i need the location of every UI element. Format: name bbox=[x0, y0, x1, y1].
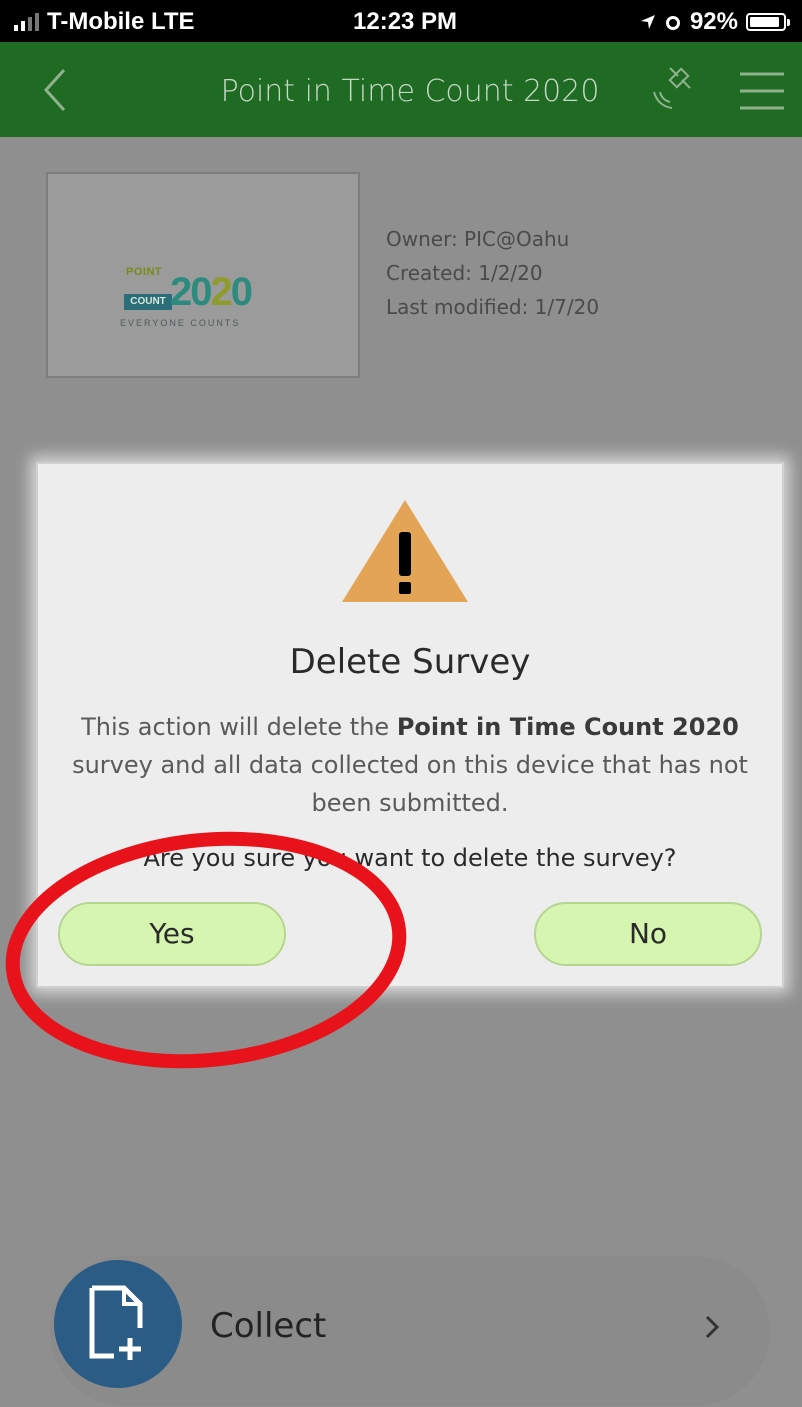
body-suffix: survey and all data collected on this de… bbox=[72, 751, 748, 817]
page-title: Point in Time Count 2020 bbox=[220, 74, 600, 109]
survey-meta: Owner: PIC@Oahu Created: 1/2/20 Last mod… bbox=[386, 222, 599, 324]
signal-icon bbox=[14, 13, 39, 31]
logo-year-b: 2 bbox=[210, 270, 233, 314]
owner-text: Owner: PIC@Oahu bbox=[386, 227, 570, 251]
status-right: 92% bbox=[640, 8, 790, 36]
survey-logo: POINT COUNT 2020 EVERYONE COUNTS bbox=[118, 266, 298, 336]
dialog-body: This action will delete the Point in Tim… bbox=[56, 708, 764, 822]
collect-button[interactable]: Collect bbox=[50, 1256, 770, 1406]
logo-year: 2020 bbox=[170, 270, 253, 314]
status-left: T-Mobile LTE bbox=[14, 8, 195, 36]
battery-icon bbox=[746, 13, 790, 31]
modified-text: Last modified: 1/7/20 bbox=[386, 295, 600, 319]
created-text: Created: 1/2/20 bbox=[386, 261, 543, 285]
add-document-icon bbox=[54, 1260, 182, 1388]
dialog-title: Delete Survey bbox=[289, 642, 531, 682]
battery-percent: 92% bbox=[689, 8, 738, 35]
dialog-question: Are you sure you want to delete the surv… bbox=[143, 844, 677, 872]
warning-icon bbox=[342, 500, 468, 602]
collect-label: Collect bbox=[210, 1306, 327, 1346]
satellite-icon[interactable] bbox=[648, 62, 696, 112]
delete-dialog: Delete Survey This action will delete th… bbox=[36, 462, 784, 988]
location-arrow-icon bbox=[640, 15, 655, 29]
logo-year-c: 0 bbox=[230, 270, 253, 314]
body-prefix: This action will delete the bbox=[81, 713, 397, 741]
survey-thumbnail: POINT COUNT 2020 EVERYONE COUNTS bbox=[46, 172, 360, 378]
yes-button[interactable]: Yes bbox=[58, 902, 286, 966]
alarm-icon bbox=[665, 16, 680, 30]
app-header: Point in Time Count 2020 bbox=[0, 42, 802, 137]
chevron-right-icon bbox=[705, 1315, 720, 1339]
logo-word-point: POINT bbox=[126, 266, 163, 278]
body-survey-name: Point in Time Count 2020 bbox=[396, 713, 739, 741]
status-time: 12:23 PM bbox=[353, 8, 458, 35]
status-bar: T-Mobile LTE 12:23 PM 92% bbox=[0, 0, 802, 42]
logo-year-a: 20 bbox=[170, 270, 212, 314]
logo-tagline: EVERYONE COUNTS bbox=[120, 318, 241, 328]
chevron-left-icon[interactable] bbox=[34, 66, 78, 114]
battery-fill bbox=[750, 17, 780, 27]
carrier-label: T-Mobile LTE bbox=[47, 8, 195, 35]
logo-word-count: COUNT bbox=[124, 294, 172, 310]
no-button[interactable]: No bbox=[534, 902, 762, 966]
hamburger-menu-icon[interactable] bbox=[738, 70, 786, 112]
